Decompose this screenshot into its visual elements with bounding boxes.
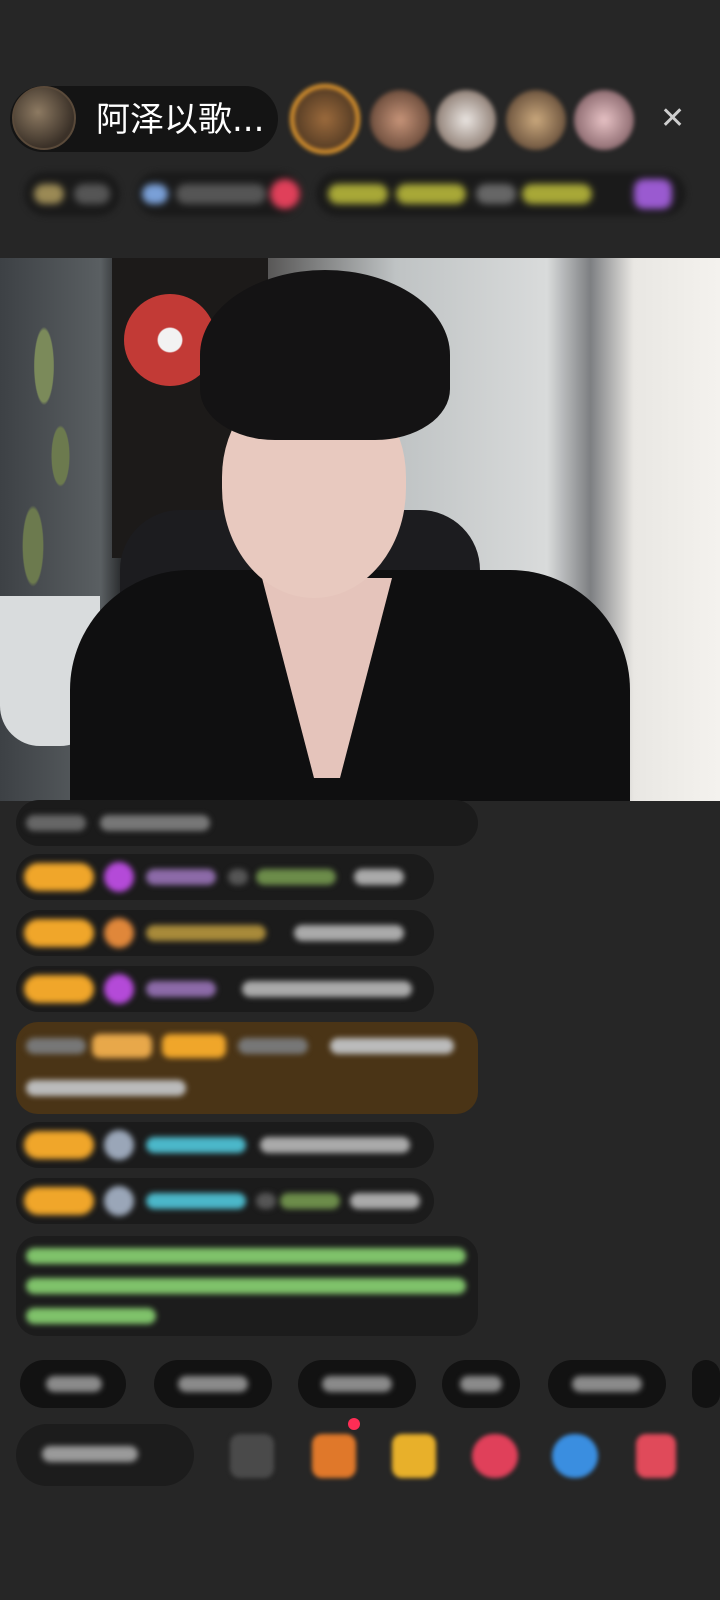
more-icon[interactable] xyxy=(636,1434,676,1478)
chat-message[interactable] xyxy=(16,1122,434,1168)
activity-tag[interactable] xyxy=(316,172,686,216)
gem-icon xyxy=(104,862,134,892)
member-icon xyxy=(104,1186,134,1216)
chat-message[interactable] xyxy=(16,854,434,900)
viewer-avatar[interactable] xyxy=(574,90,634,150)
comment-input[interactable] xyxy=(16,1424,194,1486)
system-notice xyxy=(16,1236,478,1336)
rank-tag[interactable] xyxy=(24,172,120,216)
quick-chip[interactable] xyxy=(442,1360,520,1408)
host-avatar[interactable] xyxy=(12,86,76,150)
plant-decor xyxy=(0,258,110,618)
treasure-icon[interactable] xyxy=(392,1434,436,1478)
emoji-icon[interactable] xyxy=(230,1434,274,1478)
notification-dot xyxy=(348,1418,360,1430)
quick-chip[interactable] xyxy=(298,1360,416,1408)
link-icon[interactable] xyxy=(552,1434,598,1478)
fan-badge xyxy=(24,975,94,1003)
gift-box-icon[interactable] xyxy=(312,1434,356,1478)
quick-chip[interactable] xyxy=(154,1360,272,1408)
hourly-rank-tag[interactable] xyxy=(136,172,302,216)
gem-icon xyxy=(104,974,134,1004)
viewer-avatar[interactable] xyxy=(436,90,496,150)
viewer-avatar[interactable] xyxy=(370,90,430,150)
fan-badge xyxy=(24,863,94,891)
chat-message[interactable] xyxy=(16,1178,434,1224)
streamer-hair xyxy=(200,270,450,440)
chat-message[interactable] xyxy=(16,966,434,1012)
chat-message[interactable] xyxy=(16,800,478,846)
highlighted-chat-message[interactable] xyxy=(16,1022,478,1114)
live-video[interactable] xyxy=(0,258,720,801)
quick-chip[interactable] xyxy=(548,1360,666,1408)
host-name[interactable]: 阿泽以歌... xyxy=(96,100,264,140)
fan-badge xyxy=(24,919,94,947)
game-icon[interactable] xyxy=(472,1434,518,1478)
room-tags xyxy=(0,172,720,216)
member-icon xyxy=(104,1130,134,1160)
close-icon[interactable]: ✕ xyxy=(660,104,685,134)
chat-message[interactable] xyxy=(16,910,434,956)
fan-badge xyxy=(24,1131,94,1159)
top-viewer-avatar[interactable] xyxy=(290,84,360,154)
quick-chip[interactable] xyxy=(692,1360,720,1408)
gift-icon xyxy=(104,918,134,948)
viewer-avatar[interactable] xyxy=(506,90,566,150)
fan-badge xyxy=(24,1187,94,1215)
quick-chip[interactable] xyxy=(20,1360,126,1408)
